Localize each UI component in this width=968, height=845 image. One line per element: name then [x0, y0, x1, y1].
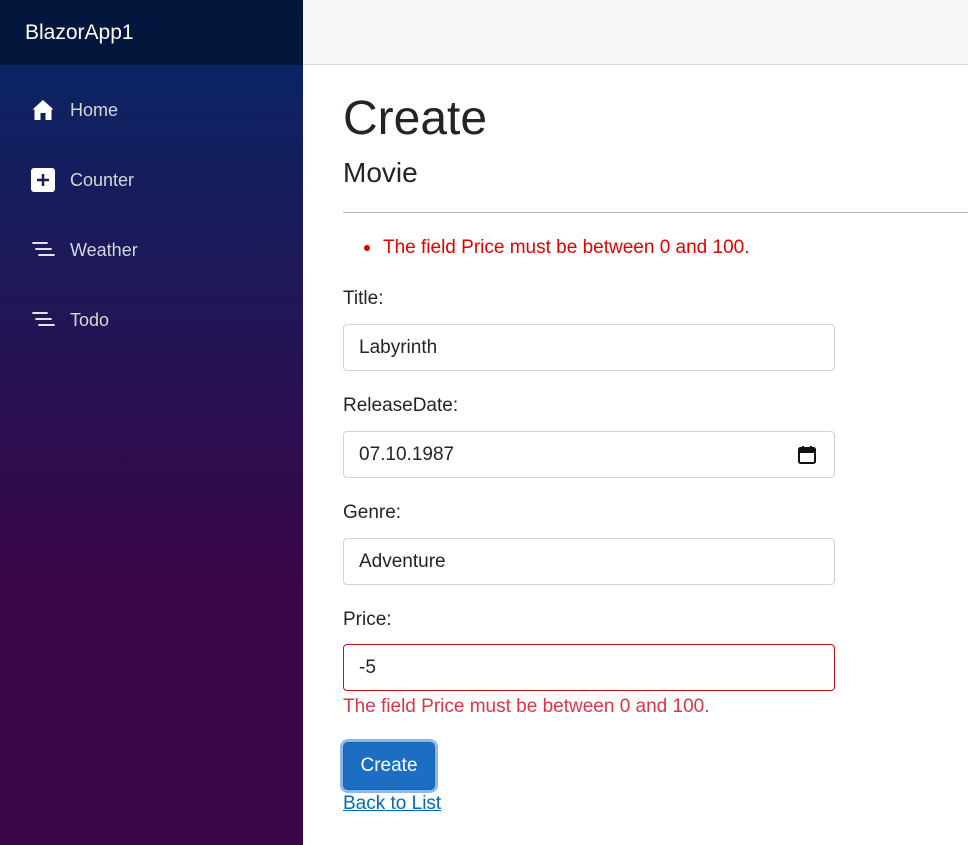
- price-input[interactable]: -5: [343, 644, 835, 691]
- calendar-icon[interactable]: [798, 445, 816, 464]
- price-input-value: -5: [359, 656, 376, 678]
- nav-menu: Home Counter Weather Todo: [0, 65, 303, 355]
- validation-message: The field Price must be between 0 and 10…: [383, 237, 750, 258]
- release-date-input[interactable]: 07.10.1987: [343, 431, 835, 478]
- brand-bar: BlazorApp1: [0, 0, 303, 65]
- page-subtitle: Movie: [343, 157, 418, 188]
- nav-item-home[interactable]: Home: [0, 75, 303, 145]
- price-label: Price:: [343, 609, 392, 630]
- nav-item-label: Counter: [70, 169, 135, 190]
- back-to-list-link[interactable]: Back to List: [343, 793, 441, 815]
- genre-input[interactable]: Adventure: [343, 538, 835, 585]
- plus-square-icon: [30, 168, 55, 193]
- nav-item-label: Weather: [70, 239, 138, 260]
- brand-link[interactable]: BlazorApp1: [25, 21, 134, 45]
- nav-item-weather[interactable]: Weather: [0, 215, 303, 285]
- nav-item-counter[interactable]: Counter: [0, 145, 303, 215]
- release-date-label: ReleaseDate:: [343, 395, 459, 416]
- sidebar: BlazorApp1 Home Counter Weather Todo: [0, 0, 303, 845]
- list-lines-icon: [30, 308, 55, 333]
- genre-label: Genre:: [343, 502, 402, 523]
- top-row: [303, 0, 968, 65]
- create-button[interactable]: Create: [343, 742, 435, 790]
- title-input-value: Labyrinth: [359, 336, 438, 358]
- title-label: Title:: [343, 288, 384, 309]
- nav-item-label: Todo: [70, 309, 110, 330]
- price-validation-message: The field Price must be between 0 and 10…: [343, 696, 710, 717]
- list-lines-icon: [30, 238, 55, 263]
- release-date-value: 07.10.1987: [359, 443, 455, 465]
- bullet-icon: [364, 245, 370, 251]
- home-icon: [30, 98, 55, 123]
- page-title: Create: [343, 92, 488, 145]
- nav-item-label: Home: [70, 99, 119, 120]
- genre-input-value: Adventure: [359, 550, 446, 572]
- validation-summary: The field Price must be between 0 and 10…: [343, 237, 750, 259]
- divider: [343, 212, 968, 213]
- nav-item-todo[interactable]: Todo: [0, 285, 303, 355]
- title-input[interactable]: Labyrinth: [343, 324, 835, 371]
